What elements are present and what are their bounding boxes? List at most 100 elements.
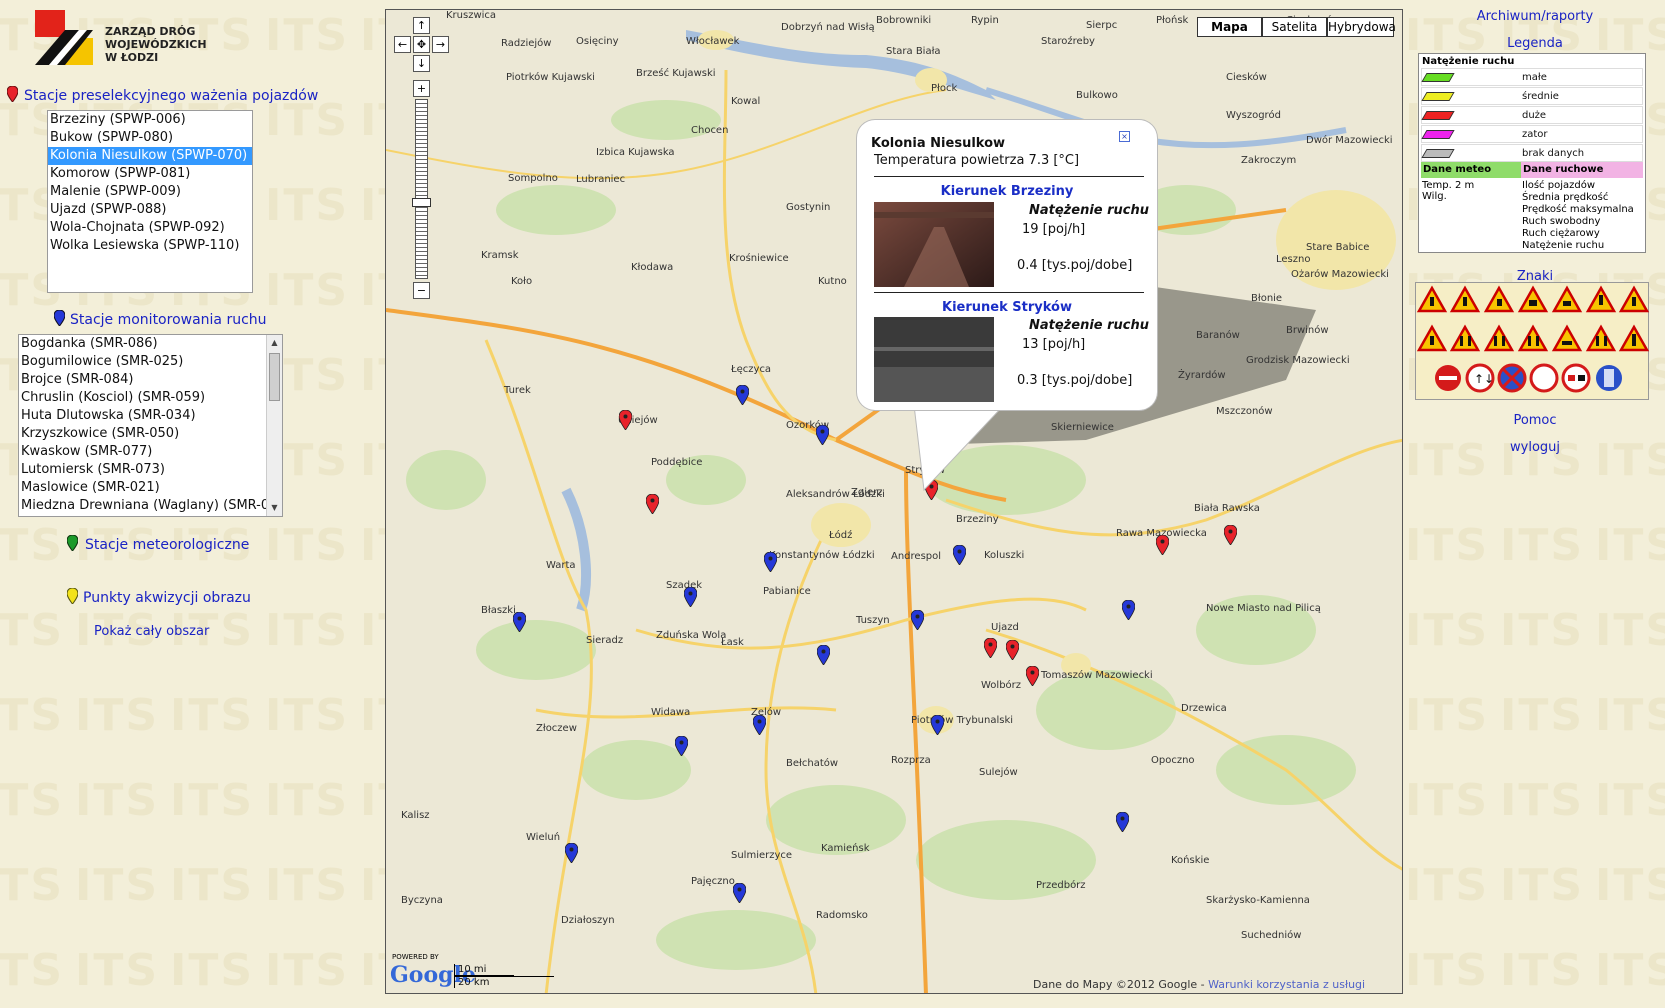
watermark-text: ITS (170, 945, 255, 996)
monitoring-station-marker[interactable] (733, 883, 746, 903)
pan-left-button[interactable]: ← (394, 36, 411, 53)
monitoring-station-marker[interactable] (684, 587, 697, 607)
help-link[interactable]: Pomoc (1440, 413, 1630, 428)
archive-reports-link[interactable]: Archiwum/raporty (1440, 9, 1630, 24)
legend-row: małe (1421, 68, 1643, 86)
popup-close-icon[interactable]: × (1119, 131, 1130, 142)
pan-center-button[interactable]: ✥ (413, 36, 430, 53)
watermark-text: ITS (1500, 520, 1585, 571)
weighing-station-option[interactable]: Bukow (SPWP-080) (48, 129, 252, 147)
map-type-mapa-button[interactable]: Mapa (1197, 17, 1262, 37)
monitoring-station-marker[interactable] (675, 736, 688, 756)
direction-link-strykow[interactable]: Kierunek Stryków (857, 300, 1157, 315)
weighing-stations-link[interactable]: Stacje preselekcyjnego ważenia pojazdów (24, 88, 318, 104)
list-scrollbar[interactable]: ▲ ▼ (266, 335, 282, 516)
watermark-text: ITS (265, 690, 350, 741)
zoom-in-button[interactable]: + (413, 80, 430, 97)
map-place-label: Ciesków (1226, 72, 1267, 83)
weighing-station-option[interactable]: Wola-Chojnata (SPWP-092) (48, 219, 252, 237)
watermark-text: ITS (75, 945, 160, 996)
monitoring-station-option[interactable]: Huta Dlutowska (SMR-034) (19, 407, 282, 425)
monitoring-station-marker[interactable] (764, 552, 777, 572)
scroll-up-arrow-icon[interactable]: ▲ (267, 335, 282, 351)
meteo-stations-link[interactable]: Stacje meteorologiczne (85, 537, 249, 553)
zoom-slider-thumb[interactable] (412, 198, 431, 207)
weighing-station-option[interactable]: Brzeziny (SPWP-006) (48, 111, 252, 129)
monitoring-station-marker[interactable] (513, 612, 526, 632)
monitoring-station-option[interactable]: Maslowice (SMR-021) (19, 479, 282, 497)
popup-temperature: Temperatura powietrza 7.3 [°C] (874, 153, 1080, 168)
zoom-slider-track[interactable] (415, 99, 428, 279)
weighing-station-marker[interactable] (1026, 666, 1039, 686)
monitoring-station-option[interactable]: Chruslin (Kosciol) (SMR-059) (19, 389, 282, 407)
map-place-label: Koło (511, 276, 533, 287)
monitoring-station-marker[interactable] (931, 715, 944, 735)
monitoring-station-marker[interactable] (753, 715, 766, 735)
monitoring-station-marker[interactable] (1116, 812, 1129, 832)
show-all-area-link[interactable]: Pokaż cały obszar (94, 624, 209, 639)
weighing-station-option[interactable]: Komorow (SPWP-081) (48, 165, 252, 183)
logout-link[interactable]: wyloguj (1440, 440, 1630, 455)
map-place-label: Andrespol (891, 551, 942, 562)
monitoring-station-option[interactable]: Bogdanka (SMR-086) (19, 335, 282, 353)
weighing-station-option[interactable]: Malenie (SPWP-009) (48, 183, 252, 201)
monitoring-station-marker[interactable] (565, 843, 578, 863)
map-type-satelita-button[interactable]: Satelita (1262, 17, 1327, 37)
camera-image-strykow[interactable] (874, 317, 994, 402)
monitoring-station-marker[interactable] (736, 385, 749, 405)
image-points-link[interactable]: Punkty akwizycji obrazu (83, 590, 251, 606)
monitoring-station-option[interactable]: Miedzna Drewniana (Waglany) (SMR-097) (19, 497, 282, 515)
monitoring-station-option[interactable]: Lutomiersk (SMR-073) (19, 461, 282, 479)
scroll-down-arrow-icon[interactable]: ▼ (267, 500, 282, 516)
weighing-station-option[interactable]: Ujazd (SPWP-088) (48, 201, 252, 219)
pan-right-button[interactable]: → (432, 36, 449, 53)
traffic-heading-strykow: Natężenie ruchu (1029, 318, 1150, 333)
monitoring-station-marker[interactable] (911, 610, 924, 630)
monitoring-station-marker[interactable] (817, 645, 830, 665)
map-place-label: Drzewica (1181, 703, 1227, 714)
terms-of-use-link[interactable]: Warunki korzystania z usługi (1208, 978, 1365, 991)
map-place-label: Nowe Miasto nad Pilicą (1206, 603, 1321, 614)
weighing-station-marker[interactable] (1156, 535, 1169, 555)
traffic-heading-brzeziny: Natężenie ruchu (1029, 203, 1150, 218)
blue-pin-icon (54, 310, 65, 326)
map-type-hybrydowa-button[interactable]: Hybrydowa (1327, 17, 1396, 37)
pan-up-button[interactable]: ↑ (413, 17, 430, 34)
map-place-label: Błaszki (481, 605, 516, 616)
monitoring-station-option[interactable]: Krzyszkowice (SMR-050) (19, 425, 282, 443)
watermark-text: ITS (1500, 860, 1585, 911)
weighing-station-marker[interactable] (646, 494, 659, 514)
zoom-out-button[interactable]: − (413, 282, 430, 299)
map-place-label: Działoszyn (561, 915, 615, 926)
pan-down-button[interactable]: ↓ (413, 55, 430, 72)
map-place-label: Skierniewice (1051, 422, 1114, 433)
monitoring-station-marker[interactable] (1122, 600, 1135, 620)
weighing-station-marker[interactable] (1006, 640, 1019, 660)
weighing-station-option[interactable]: Kolonia Niesulkow (SPWP-070) (48, 147, 252, 165)
monitoring-stations-list[interactable]: Bogdanka (SMR-086) Bogumilowice (SMR-025)… (18, 334, 283, 517)
camera-image-brzeziny[interactable] (874, 202, 994, 287)
monitoring-station-marker[interactable] (953, 545, 966, 565)
weighing-station-marker[interactable] (1224, 525, 1237, 545)
legend-link[interactable]: Legenda (1440, 36, 1630, 51)
monitoring-stations-link[interactable]: Stacje monitorowania ruchu (70, 312, 267, 328)
map-canvas[interactable]: Kruszwica Radziejów Osięciny Włocławek Dobrz… (385, 9, 1403, 994)
watermark-text: ITS (265, 180, 350, 231)
direction-link-brzeziny[interactable]: Kierunek Brzeziny (857, 184, 1157, 199)
map-place-label: Bobrowniki (876, 15, 932, 26)
scroll-thumb[interactable] (269, 353, 280, 401)
watermark-text: ITS (0, 860, 65, 911)
monitoring-station-option[interactable]: Brojce (SMR-084) (19, 371, 282, 389)
weighing-station-marker[interactable] (984, 638, 997, 658)
attribution-text: Dane do Mapy ©2012 Google - (1033, 978, 1205, 991)
map-place-label: Kutno (818, 276, 847, 287)
weighing-station-option[interactable]: Wolka Lesiewska (SPWP-110) (48, 237, 252, 255)
weighing-station-marker[interactable] (619, 410, 632, 430)
monitoring-station-marker[interactable] (816, 425, 829, 445)
weighing-stations-list[interactable]: Brzeziny (SPWP-006) Bukow (SPWP-080) Kolon… (47, 110, 253, 293)
monitoring-station-option[interactable]: Bogumilowice (SMR-025) (19, 353, 282, 371)
map-place-label: Leszno (1276, 254, 1311, 265)
scale-miles: 10 mi (454, 964, 514, 976)
legend-header: Natężenie ruchu (1422, 56, 1515, 67)
monitoring-station-option[interactable]: Kwaskow (SMR-077) (19, 443, 282, 461)
